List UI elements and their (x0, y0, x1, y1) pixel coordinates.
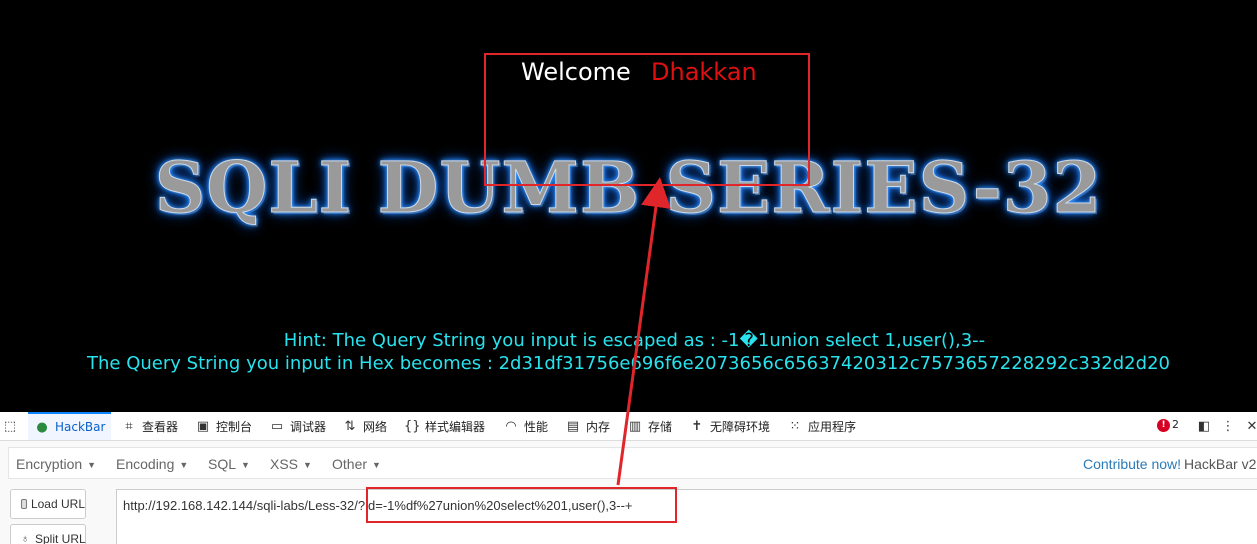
tab-performance[interactable]: ◠ 性能 (503, 412, 548, 440)
memory-icon: ▤ (566, 418, 580, 434)
hackbar-menubar: Encryption ▼ Encoding ▼ SQL ▼ XSS ▼ Other ▼ C… (8, 447, 1257, 479)
url-input[interactable]: http://192.168.142.144/sqli-labs/Less-32… (116, 489, 1257, 544)
tab-label: 无障碍环境 (710, 419, 771, 434)
tab-label: 网络 (363, 419, 388, 434)
dock-icon: ◧ (1197, 418, 1211, 434)
chevron-down-icon: ▼ (372, 460, 381, 471)
load-url-button[interactable]: Load URL (10, 489, 86, 519)
tab-label: 应用程序 (808, 419, 857, 434)
tab-network[interactable]: ⇅ 网络 (342, 412, 387, 440)
devtools-toolbar: ⬚ ● HackBar ⌗ 查看器 ▣ 控制台 ▭ 调试器 ⇅ 网络 {} 样式… (0, 412, 1257, 441)
chevron-down-icon: ▼ (303, 460, 312, 471)
tab-inspector[interactable]: ⌗ 查看器 (121, 412, 178, 440)
split-url-button[interactable]: ♁ Split URL (10, 524, 86, 544)
load-url-label: Load URL (30, 497, 85, 511)
tab-label: 存储 (648, 419, 673, 434)
menu-label: Encoding (116, 456, 175, 472)
menu-label: XSS (270, 456, 299, 472)
more-icon: ⋮ (1221, 418, 1235, 434)
debugger-icon: ▭ (270, 418, 284, 434)
tab-style-editor[interactable]: {} 样式编辑器 (404, 412, 485, 440)
load-icon (21, 499, 27, 509)
tab-label: 样式编辑器 (425, 419, 486, 434)
split-icon: ♁ (21, 533, 30, 544)
tab-storage[interactable]: ▥ 存储 (627, 412, 672, 440)
tab-label: 调试器 (290, 419, 327, 434)
tab-label: 查看器 (142, 419, 179, 434)
menu-encryption[interactable]: Encryption ▼ (16, 456, 96, 472)
close-icon: ✕ (1246, 418, 1257, 434)
pick-element-icon: ⬚ (3, 418, 17, 434)
tab-application[interactable]: ⁙ 应用程序 (787, 412, 856, 440)
more-button[interactable]: ⋮ (1220, 412, 1241, 440)
chevron-down-icon: ▼ (87, 460, 97, 471)
tab-console[interactable]: ▣ 控制台 (195, 412, 252, 440)
network-icon: ⇅ (344, 418, 356, 434)
hackbar-version: HackBar v2 (1184, 456, 1257, 472)
tab-label: 控制台 (216, 419, 253, 434)
dock-button[interactable]: ◧ (1196, 412, 1217, 440)
annotation-box-url (366, 487, 677, 523)
tab-label: 内存 (586, 419, 611, 434)
application-icon: ⁙ (789, 418, 801, 434)
tab-accessibility[interactable]: ✝ 无障碍环境 (689, 412, 770, 440)
tab-debugger[interactable]: ▭ 调试器 (269, 412, 326, 440)
tab-hackbar[interactable]: ● HackBar (28, 412, 112, 440)
tab-label: 性能 (524, 419, 549, 434)
chevron-down-icon: ▼ (179, 460, 189, 471)
console-icon: ▣ (196, 418, 210, 434)
hex-text: The Query String you input in Hex become… (87, 353, 1170, 374)
hint-text: Hint: The Query String you input is esca… (283, 330, 986, 351)
menu-xss[interactable]: XSS ▼ (270, 456, 312, 472)
performance-icon: ◠ (505, 418, 517, 434)
pick-element-button[interactable]: ⬚ (2, 412, 23, 440)
menu-label: Other (332, 456, 368, 472)
contribute-link[interactable]: Contribute now! (1083, 456, 1181, 472)
menu-encoding[interactable]: Encoding ▼ (116, 456, 188, 472)
style-editor-icon: {} (404, 418, 421, 434)
inspector-icon: ⌗ (125, 418, 133, 434)
error-count[interactable]: 2 (1172, 418, 1179, 431)
menu-label: SQL (208, 456, 237, 472)
tab-memory[interactable]: ▤ 内存 (565, 412, 610, 440)
split-url-label: Split URL (35, 532, 86, 544)
tab-label: HackBar (55, 420, 106, 434)
close-devtools-button[interactable]: ✕ (1244, 412, 1257, 440)
menu-sql[interactable]: SQL ▼ (208, 456, 250, 472)
menu-other[interactable]: Other ▼ (332, 456, 381, 472)
accessibility-icon: ✝ (691, 418, 703, 434)
annotation-box-welcome (484, 53, 810, 186)
error-icon[interactable]: ! (1157, 419, 1170, 432)
chevron-down-icon: ▼ (241, 460, 250, 471)
hackbar-icon: ● (36, 419, 48, 435)
storage-icon: ▥ (628, 418, 642, 434)
